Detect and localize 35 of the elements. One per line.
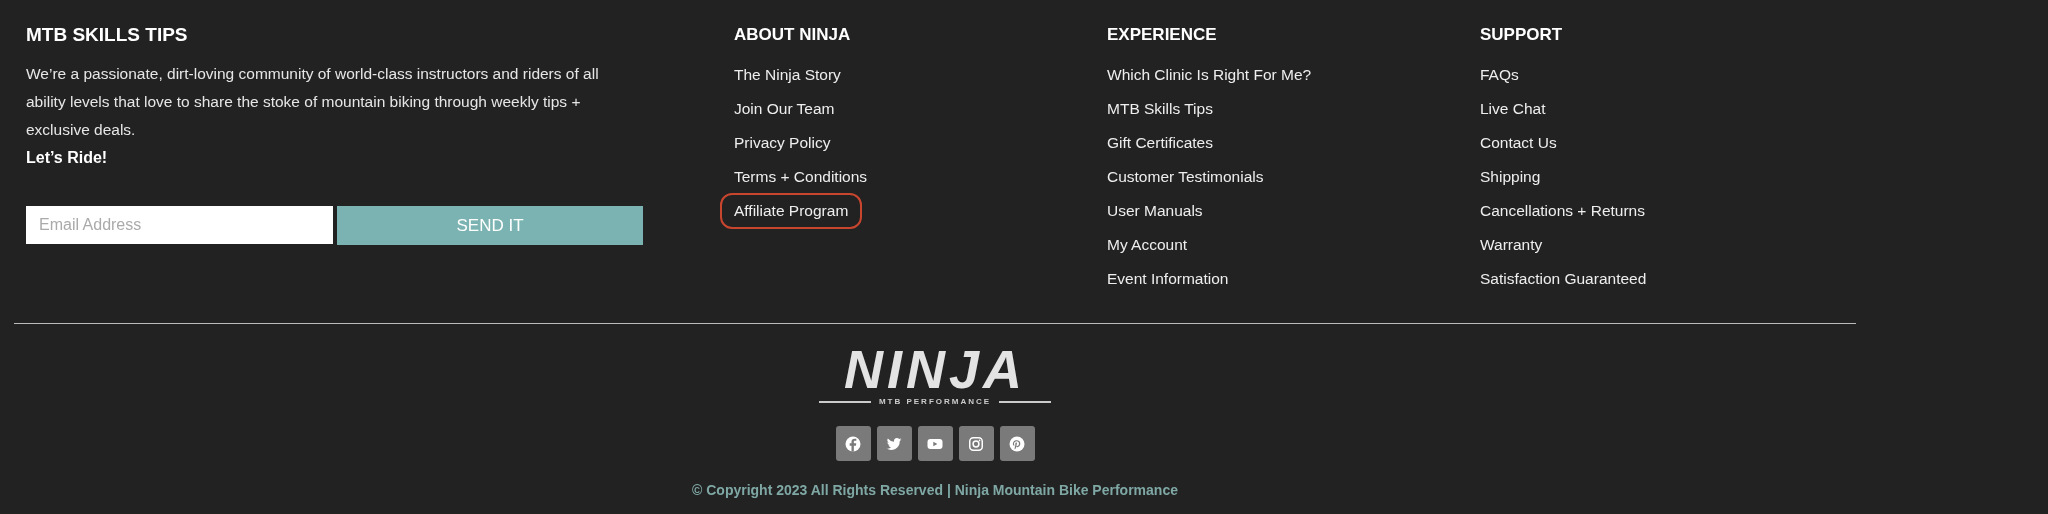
- footer-link[interactable]: User Manuals: [1107, 199, 1203, 223]
- newsletter-heading: MTB SKILLS TIPS: [26, 23, 189, 47]
- youtube-link[interactable]: [917, 426, 953, 461]
- column-heading: EXPERIENCE: [1107, 24, 1218, 46]
- footer-link[interactable]: Privacy Policy: [734, 131, 831, 155]
- pinterest-link[interactable]: [999, 426, 1035, 461]
- footer-link[interactable]: The Ninja Story: [734, 63, 841, 87]
- footer-link[interactable]: Customer Testimonials: [1107, 165, 1264, 189]
- footer-link[interactable]: Shipping: [1480, 165, 1541, 189]
- email-field[interactable]: Email Address: [26, 206, 333, 244]
- logo[interactable]: NINJA MTB PERFORMANCE: [818, 348, 1052, 408]
- footer-link[interactable]: Which Clinic Is Right For Me?: [1107, 63, 1312, 87]
- facebook-link[interactable]: [835, 426, 871, 461]
- column-heading: ABOUT NINJA: [734, 24, 852, 46]
- footer-link[interactable]: Affiliate Program: [720, 193, 863, 229]
- column-heading: SUPPORT: [1480, 24, 1564, 46]
- footer-link[interactable]: Satisfaction Guaranteed: [1480, 267, 1647, 291]
- footer-link[interactable]: My Account: [1107, 233, 1188, 257]
- footer-link[interactable]: Contact Us: [1480, 131, 1557, 155]
- footer-link[interactable]: MTB Skills Tips: [1107, 97, 1213, 121]
- instagram-link[interactable]: [958, 426, 994, 461]
- newsletter-text: We’re a passionate, dirt-loving community of world-class instructors and riders of all ability levels that love to share the stoke of mountain biking through weekly tips + exclusive deals.: [26, 64, 600, 140]
- footer-link[interactable]: Gift Certificates: [1107, 131, 1213, 155]
- footer-link[interactable]: Terms + Conditions: [734, 165, 868, 189]
- footer-link[interactable]: Cancellations + Returns: [1480, 199, 1645, 223]
- twitter-link[interactable]: [876, 426, 912, 461]
- logo-subtitle: MTB PERFORMANCE: [878, 396, 992, 408]
- footer-link[interactable]: Event Information: [1107, 267, 1229, 291]
- copyright-text: © Copyright 2023 All Rights Reserved | Ninja Mountain Bike Performance: [692, 481, 1178, 500]
- footer-link[interactable]: Warranty: [1480, 233, 1543, 257]
- logo-wordmark: NINJA: [844, 348, 1026, 390]
- footer-link[interactable]: Live Chat: [1480, 97, 1546, 121]
- tagline: Let’s Ride!: [26, 148, 109, 168]
- footer-link[interactable]: FAQs: [1480, 63, 1519, 87]
- footer-link[interactable]: Join Our Team: [734, 97, 835, 121]
